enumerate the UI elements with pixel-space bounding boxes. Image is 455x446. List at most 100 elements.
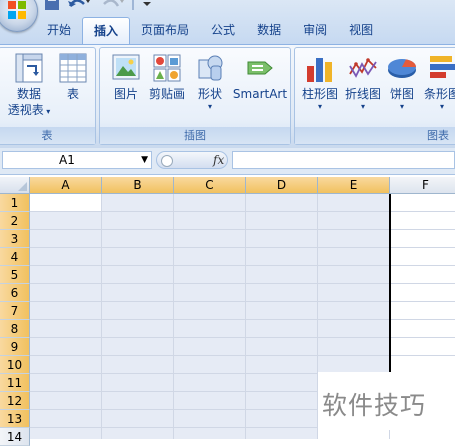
row-header-3[interactable]: 3 bbox=[0, 230, 30, 248]
name-box[interactable]: A1 ▼ bbox=[2, 151, 152, 169]
qat-separator bbox=[132, 0, 134, 10]
name-box-dropdown-icon[interactable]: ▼ bbox=[141, 152, 148, 168]
gridline-h bbox=[30, 247, 455, 248]
table-group: 数据 透视表 ▾ 表 表 bbox=[0, 47, 96, 145]
shapes-icon bbox=[198, 55, 223, 81]
tab-formulas[interactable]: 公式 bbox=[200, 17, 246, 44]
title-bar: 开始 插入 页面布局 公式 数据 审阅 视图 bbox=[0, 0, 455, 44]
bar-chart-button[interactable]: 条形图 ▾ bbox=[422, 52, 455, 112]
table-button[interactable]: 表 bbox=[55, 52, 91, 102]
gridline-h bbox=[30, 283, 455, 284]
formula-input[interactable] bbox=[232, 151, 455, 169]
gridline-v bbox=[245, 194, 246, 439]
pivot-table-label-1: 数据 bbox=[16, 87, 41, 101]
tab-insert[interactable]: 插入 bbox=[82, 17, 131, 44]
name-box-value: A1 bbox=[59, 153, 75, 167]
row-header-9[interactable]: 9 bbox=[0, 338, 30, 356]
table-icon bbox=[59, 53, 87, 83]
row-header-7[interactable]: 7 bbox=[0, 302, 30, 320]
active-cell-a1[interactable] bbox=[30, 194, 101, 211]
tab-page-layout[interactable]: 页面布局 bbox=[130, 17, 200, 44]
row-header-12[interactable]: 12 bbox=[0, 392, 30, 410]
gridline-h bbox=[30, 265, 455, 266]
illustrations-group: 图片 剪贴画 形状 ▾ SmartArt 插图 bbox=[99, 47, 291, 145]
pivot-table-label-2: 透视表 bbox=[7, 103, 44, 117]
column-header-b[interactable]: B bbox=[102, 177, 174, 194]
formula-bar-controls: fx bbox=[156, 151, 228, 169]
office-logo-icon bbox=[8, 1, 26, 19]
watermark-text: 软件技巧 bbox=[322, 391, 427, 420]
table-label: 表 bbox=[66, 87, 79, 101]
tab-data[interactable]: 数据 bbox=[246, 17, 292, 44]
clipart-label: 剪贴画 bbox=[148, 87, 185, 101]
shapes-label: 形状 bbox=[197, 87, 222, 101]
column-chart-icon bbox=[307, 58, 332, 82]
line-chart-label: 折线图 bbox=[344, 87, 381, 101]
column-header-f[interactable]: F bbox=[390, 177, 455, 194]
row-header-4[interactable]: 4 bbox=[0, 248, 30, 266]
select-all-triangle-icon bbox=[18, 182, 27, 191]
pivot-table-icon bbox=[15, 53, 43, 83]
row-header-5[interactable]: 5 bbox=[0, 266, 30, 284]
gridline-h bbox=[30, 355, 455, 356]
row-header-11[interactable]: 11 bbox=[0, 374, 30, 392]
column-header-d[interactable]: D bbox=[246, 177, 318, 194]
customize-qat-icon[interactable] bbox=[142, 0, 152, 12]
row-header-6[interactable]: 6 bbox=[0, 284, 30, 302]
line-chart-dropdown-icon: ▾ bbox=[360, 102, 365, 111]
tab-home[interactable]: 开始 bbox=[36, 17, 82, 44]
column-header-e[interactable]: E bbox=[318, 177, 390, 194]
column-chart-button[interactable]: 柱形图 ▾ bbox=[299, 52, 341, 112]
row-header-14[interactable]: 14 bbox=[0, 428, 30, 446]
gridline-h bbox=[30, 337, 455, 338]
office-button[interactable] bbox=[0, 0, 38, 32]
pivot-table-button[interactable]: 数据 透视表 ▾ bbox=[7, 52, 51, 120]
gridline-h bbox=[30, 301, 455, 302]
picture-icon bbox=[112, 54, 140, 80]
selected-range-lower bbox=[30, 384, 318, 439]
ribbon-tabs: 开始 插入 页面布局 公式 数据 审阅 视图 bbox=[36, 17, 384, 44]
column-chart-label: 柱形图 bbox=[301, 87, 338, 101]
line-chart-icon bbox=[349, 58, 377, 78]
column-header-a[interactable]: A bbox=[30, 177, 102, 194]
gridline-v bbox=[101, 194, 102, 439]
clipart-icon bbox=[153, 54, 181, 82]
select-all-button[interactable] bbox=[0, 177, 30, 194]
charts-group-label: 图表 bbox=[295, 127, 455, 144]
insert-function-icon[interactable]: fx bbox=[213, 152, 224, 168]
undo-icon[interactable] bbox=[66, 0, 92, 12]
bar-chart-icon bbox=[430, 56, 455, 78]
gridline-h bbox=[30, 319, 455, 320]
illustrations-group-label: 插图 bbox=[100, 127, 290, 144]
row-header-2[interactable]: 2 bbox=[0, 212, 30, 230]
row-header-10[interactable]: 10 bbox=[0, 356, 30, 374]
column-header-c[interactable]: C bbox=[174, 177, 246, 194]
ribbon: 数据 透视表 ▾ 表 表 图片 剪贴画 形状 ▾ SmartArt 插图 柱形图… bbox=[0, 44, 455, 149]
formula-bar-resize-handle[interactable] bbox=[161, 155, 173, 167]
pie-chart-button[interactable]: 饼图 ▾ bbox=[386, 52, 418, 112]
redo-icon[interactable] bbox=[100, 0, 126, 12]
formula-bar: A1 ▼ fx bbox=[0, 148, 455, 175]
pie-chart-label: 饼图 bbox=[389, 87, 414, 101]
smartart-icon bbox=[247, 61, 273, 75]
charts-group: 柱形图 ▾ 折线图 ▾ 饼图 ▾ 条形图 ▾ 图表 bbox=[294, 47, 455, 145]
tab-view[interactable]: 视图 bbox=[338, 17, 384, 44]
row-header-1[interactable]: 1 bbox=[0, 194, 30, 212]
line-chart-button[interactable]: 折线图 ▾ bbox=[342, 52, 384, 112]
pie-chart-dropdown-icon: ▾ bbox=[399, 102, 404, 111]
shapes-dropdown-icon: ▾ bbox=[207, 102, 212, 111]
table-group-label: 表 bbox=[0, 127, 95, 144]
picture-label: 图片 bbox=[113, 87, 138, 101]
row-header-13[interactable]: 13 bbox=[0, 410, 30, 428]
smartart-button[interactable]: SmartArt bbox=[232, 52, 288, 102]
tab-review[interactable]: 审阅 bbox=[292, 17, 338, 44]
gridline-h bbox=[30, 229, 455, 230]
gridline-h bbox=[30, 211, 455, 212]
pie-chart-icon bbox=[388, 59, 416, 78]
row-header-8[interactable]: 8 bbox=[0, 320, 30, 338]
shapes-button[interactable]: 形状 ▾ bbox=[190, 52, 230, 112]
picture-button[interactable]: 图片 bbox=[106, 52, 146, 102]
save-icon[interactable] bbox=[44, 0, 60, 12]
clipart-button[interactable]: 剪贴画 bbox=[146, 52, 188, 102]
bar-chart-label: 条形图 bbox=[423, 87, 455, 101]
